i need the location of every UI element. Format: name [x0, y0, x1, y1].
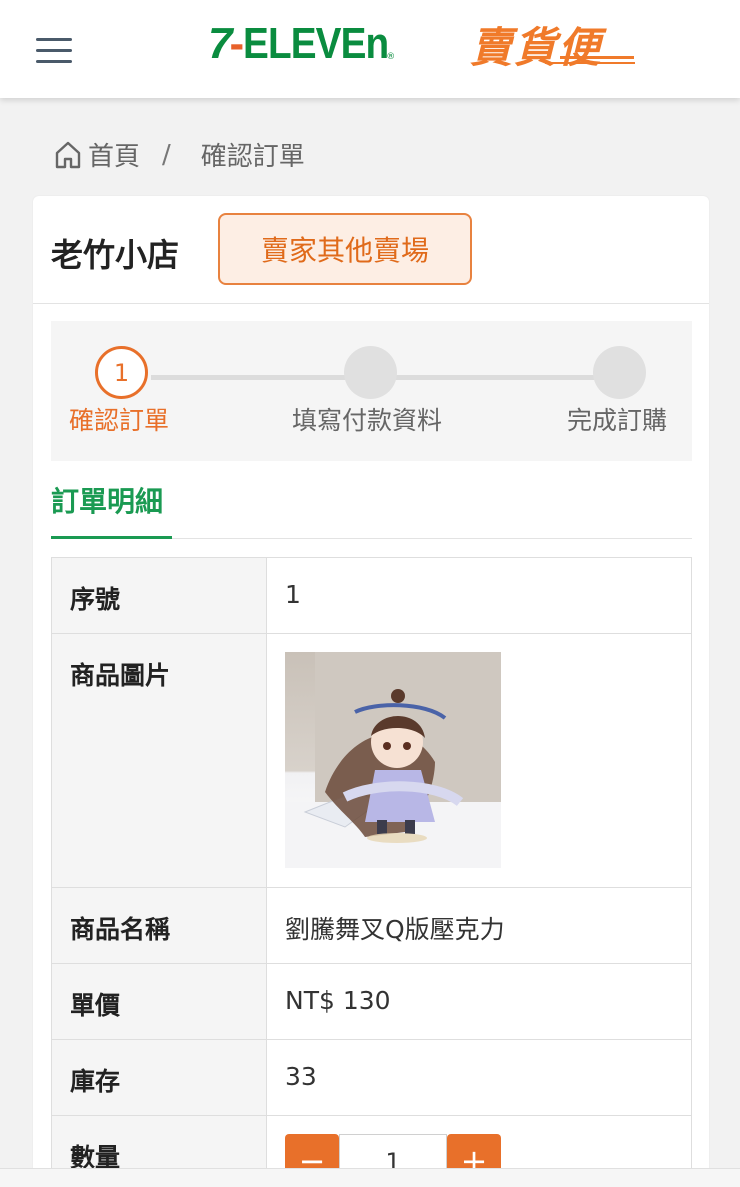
table-row: 商品名稱 劉騰舞叉Q版壓克力 — [51, 887, 692, 964]
step-1-label: 確認訂單 — [69, 406, 170, 435]
logo-underline — [545, 62, 635, 64]
table-row: 單價 NT$ 130 — [51, 963, 692, 1040]
step-connector — [151, 375, 347, 380]
breadcrumb-current: 確認訂單 — [200, 142, 305, 172]
breadcrumb-separator: / — [162, 139, 171, 170]
product-image[interactable] — [285, 652, 501, 868]
logo-sub-text: 賣貨便 — [470, 23, 603, 72]
product-name-value: 劉騰舞叉Q版壓克力 — [266, 887, 692, 964]
breadcrumb-home[interactable]: 首頁 — [88, 136, 140, 173]
hamburger-icon[interactable] — [36, 38, 72, 64]
product-name-label: 商品名稱 — [51, 887, 267, 964]
logo-underline — [560, 56, 634, 59]
top-navbar: 7- ELEVEn ® 賣貨便 — [0, 0, 740, 98]
order-details-tab[interactable]: 訂單明細 — [51, 480, 163, 520]
shop-header: 老竹小店 賣家其他賣場 — [33, 196, 709, 304]
stock-label: 庫存 — [51, 1039, 267, 1116]
seller-other-stores-button[interactable]: 賣家其他賣場 — [218, 213, 472, 285]
unit-price-value: NT$ 130 — [266, 963, 692, 1040]
serial-label: 序號 — [51, 557, 267, 634]
seven-eleven-logo[interactable]: 7- ELEVEn ® — [208, 18, 395, 70]
home-icon[interactable] — [54, 140, 82, 170]
step-3-circle — [593, 346, 646, 399]
shop-name: 老竹小店 — [51, 236, 180, 274]
table-row: 商品圖片 — [51, 633, 692, 888]
table-row: 庫存 33 — [51, 1039, 692, 1116]
order-detail-table: 序號 1 商品圖片 商品名稱 劉騰舞叉Q版壓克力 單價 NT$ 130 庫存 3… — [51, 557, 692, 1187]
order-card: 老竹小店 賣家其他賣場 1 確認訂單 填寫付款資料 完成訂購 訂單明細 序號 1… — [33, 196, 709, 1187]
unit-price-label: 單價 — [51, 963, 267, 1040]
active-tab-underline — [51, 536, 172, 539]
bottom-bar — [0, 1168, 740, 1187]
acrylic-figure-illustration — [285, 652, 501, 868]
product-image-label: 商品圖片 — [51, 633, 267, 888]
step-2-label: 填寫付款資料 — [292, 406, 443, 435]
step-3-label: 完成訂購 — [567, 406, 668, 435]
table-row: 序號 1 — [51, 557, 692, 634]
order-steps: 1 確認訂單 填寫付款資料 完成訂購 — [51, 321, 692, 461]
step-2-circle — [344, 346, 397, 399]
step-1-circle: 1 — [95, 346, 148, 399]
stock-value: 33 — [266, 1039, 692, 1116]
step-connector — [396, 375, 596, 380]
serial-value: 1 — [266, 557, 692, 634]
product-image-cell — [266, 633, 692, 888]
breadcrumb: 首頁 / 確認訂單 — [54, 136, 305, 173]
